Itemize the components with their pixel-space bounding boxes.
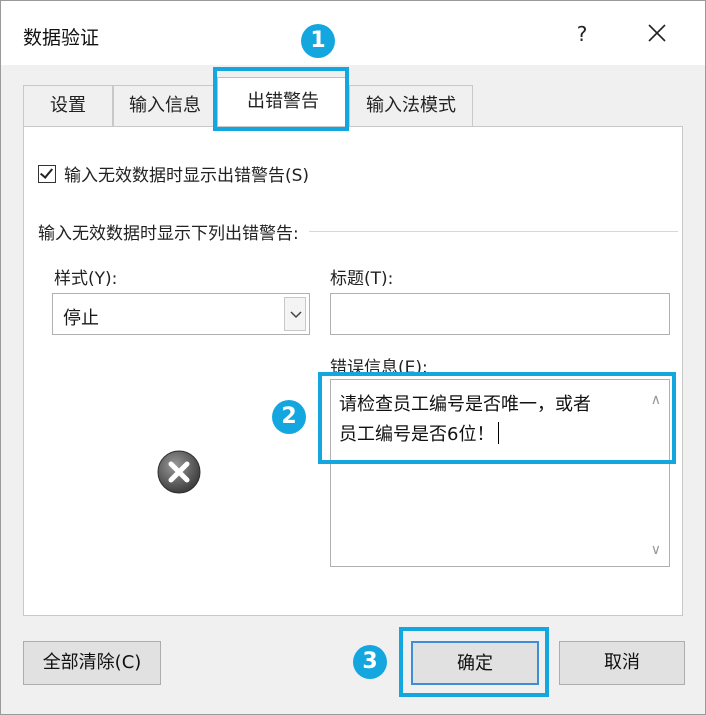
- scroll-down-arrow-icon[interactable]: ∨: [651, 542, 661, 558]
- title-bar: 数据验证 ?: [1, 1, 705, 65]
- style-label: 样式(Y):: [54, 269, 118, 289]
- title-input[interactable]: [330, 293, 670, 335]
- scroll-up-arrow-icon[interactable]: ∧: [651, 392, 661, 408]
- callout-badge-3: 3: [353, 645, 387, 679]
- tab-input-message[interactable]: 输入信息: [113, 85, 217, 127]
- dialog-title: 数据验证: [23, 27, 100, 49]
- tab-strip: 设置 输入信息 出错警告 输入法模式: [23, 71, 683, 128]
- error-message-text: 请检查员工编号是否唯一，或者 员工编号是否6位！: [339, 390, 639, 450]
- callout-badge-2: 2: [272, 400, 306, 434]
- close-button[interactable]: [637, 15, 677, 51]
- help-button[interactable]: ?: [567, 19, 597, 49]
- close-icon: [648, 24, 666, 42]
- title-label: 标题(T):: [330, 269, 394, 289]
- style-select-value: 停止: [63, 308, 99, 329]
- text-cursor: [498, 422, 500, 444]
- section-header: 输入无效数据时显示下列出错警告:: [38, 219, 678, 244]
- style-select[interactable]: 停止: [52, 293, 310, 335]
- section-label: 输入无效数据时显示下列出错警告:: [38, 224, 299, 244]
- error-message-line2-row: 员工编号是否6位！: [339, 420, 639, 450]
- cancel-button[interactable]: 取消: [559, 641, 685, 685]
- section-divider: [308, 231, 678, 232]
- data-validation-dialog: 数据验证 ? 设置 输入信息 出错警告 输入法模式 输入无效数据时显示出错警告(…: [0, 0, 706, 715]
- clear-all-button[interactable]: 全部清除(C): [23, 641, 161, 685]
- chevron-down-icon: [290, 311, 302, 319]
- error-alert-panel: 输入无效数据时显示出错警告(S) 输入无效数据时显示下列出错警告: 样式(Y):…: [23, 126, 683, 616]
- callout-badge-1: 1: [301, 24, 335, 58]
- error-message-label: 错误信息(E):: [330, 358, 428, 378]
- show-error-checkbox[interactable]: [38, 164, 56, 183]
- stop-error-icon: [156, 449, 202, 495]
- tab-settings[interactable]: 设置: [23, 85, 113, 127]
- style-select-dropdown-button[interactable]: [284, 297, 306, 331]
- show-error-checkbox-row[interactable]: 输入无效数据时显示出错警告(S): [38, 161, 309, 186]
- error-message-textarea[interactable]: 请检查员工编号是否唯一，或者 员工编号是否6位！ ∧ ∨: [330, 379, 670, 567]
- error-message-line2: 员工编号是否6位！: [339, 424, 495, 445]
- tab-ime-mode[interactable]: 输入法模式: [349, 85, 473, 127]
- tab-error-alert[interactable]: 出错警告: [217, 77, 349, 128]
- ok-button[interactable]: 确定: [411, 641, 539, 685]
- show-error-checkbox-label: 输入无效数据时显示出错警告(S): [64, 166, 310, 186]
- error-message-line1: 请检查员工编号是否唯一，或者: [339, 394, 591, 415]
- checkmark-icon: [39, 164, 54, 179]
